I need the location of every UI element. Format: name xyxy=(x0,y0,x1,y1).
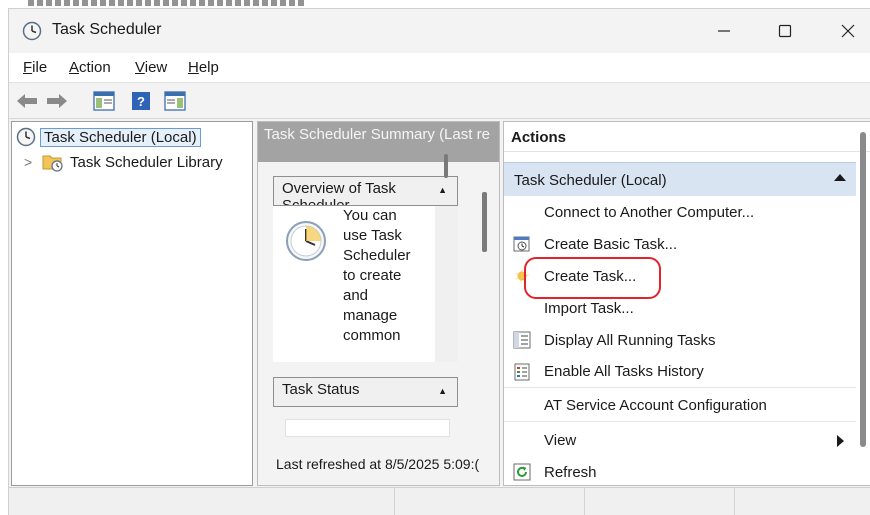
status-bar xyxy=(9,487,870,515)
menu-view[interactable]: View xyxy=(135,59,167,76)
summary-scrollbar[interactable] xyxy=(482,192,487,252)
close-button[interactable] xyxy=(825,15,870,47)
cropped-top-edge xyxy=(28,0,304,6)
action-label: Enable All Tasks History xyxy=(544,363,704,380)
create-task-highlight xyxy=(524,257,661,299)
actions-title: Actions xyxy=(504,122,870,152)
action-label: Refresh xyxy=(544,463,597,481)
help-button[interactable]: ? xyxy=(129,88,153,114)
action-create-basic-task[interactable]: Create Basic Task... xyxy=(504,228,856,260)
task-status-list xyxy=(285,419,450,437)
minimize-icon xyxy=(718,30,730,32)
overview-line: manage xyxy=(343,307,398,324)
collapse-caret-icon: ▲ xyxy=(438,185,447,195)
overview-text: You can use Task Scheduler to create and… xyxy=(343,206,421,346)
actions-pane: Actions Task Scheduler (Local) Connect t… xyxy=(503,121,870,486)
menu-help-label: elp xyxy=(198,59,219,76)
create-basic-task-icon xyxy=(513,235,531,253)
action-connect-to-another-computer[interactable]: Connect to Another Computer... xyxy=(504,196,856,228)
actions-group-header[interactable]: Task Scheduler (Local) xyxy=(504,162,856,196)
svg-text:?: ? xyxy=(137,94,145,109)
overview-line: Scheduler xyxy=(343,247,411,264)
summary-header: Task Scheduler Summary (Last re xyxy=(258,122,499,162)
show-hide-console-tree-button[interactable] xyxy=(91,88,117,114)
help-icon: ? xyxy=(132,92,150,110)
refresh-icon xyxy=(513,463,531,481)
menu-bar: File Action View Help xyxy=(9,53,870,83)
folder-clock-icon xyxy=(42,152,64,172)
status-cell xyxy=(584,488,734,515)
collapse-triangle-icon xyxy=(834,174,846,181)
actions-scrollbar[interactable] xyxy=(860,132,866,447)
overview-line: common xyxy=(343,327,401,344)
forward-button[interactable] xyxy=(45,88,69,114)
tasks-history-icon xyxy=(513,363,531,381)
task-scheduler-window: Task Scheduler File Action View Help ? T… xyxy=(8,8,870,515)
clock-icon xyxy=(16,127,36,147)
back-arrow-icon xyxy=(17,94,37,108)
minimize-button[interactable] xyxy=(701,15,747,47)
maximize-icon xyxy=(778,24,792,38)
forward-arrow-icon xyxy=(47,94,67,108)
close-icon xyxy=(841,24,855,38)
menu-view-label: iew xyxy=(144,59,168,76)
action-display-all-running-tasks[interactable]: Display All Running Tasks xyxy=(504,324,856,356)
chevron-right-icon[interactable]: > xyxy=(24,154,36,170)
action-at-service-account-configuration[interactable]: AT Service Account Configuration xyxy=(504,390,856,422)
action-label: Create Basic Task... xyxy=(544,235,678,253)
window-title: Task Scheduler xyxy=(52,21,162,38)
tree-item-task-scheduler-local[interactable]: Task Scheduler (Local) xyxy=(16,126,201,148)
actions-group-label: Task Scheduler (Local) xyxy=(514,172,667,189)
toolbar: ? xyxy=(9,83,870,119)
menu-file-label: ile xyxy=(32,59,48,76)
running-tasks-icon xyxy=(513,331,531,349)
tree-item-task-scheduler-library[interactable]: > Task Scheduler Library xyxy=(24,151,223,173)
console-tree: Task Scheduler (Local) > Task Scheduler … xyxy=(11,121,253,486)
overview-scroll-gutter xyxy=(435,206,458,362)
show-hide-action-pane-button[interactable] xyxy=(162,88,188,114)
menu-action-mnemonic: A xyxy=(69,59,80,76)
clock-large-icon xyxy=(285,220,327,266)
menu-file[interactable]: File xyxy=(23,59,47,76)
menu-action-label: ction xyxy=(79,59,111,76)
overview-section-title: Overview of Task Scheduler xyxy=(282,180,396,206)
overview-section-header[interactable]: Overview of Task Scheduler ▲ xyxy=(273,176,458,206)
overview-line: You can xyxy=(343,207,397,224)
overview-line: to create xyxy=(343,267,402,284)
action-label: AT Service Account Configuration xyxy=(544,397,767,414)
tree-item-label: Task Scheduler Library xyxy=(70,153,223,171)
title-bar: Task Scheduler xyxy=(9,9,870,53)
menu-help-mnemonic: H xyxy=(188,59,199,76)
action-label: Connect to Another Computer... xyxy=(544,203,755,221)
action-view[interactable]: View xyxy=(504,424,856,456)
maximize-button[interactable] xyxy=(762,15,808,47)
menu-file-mnemonic: F xyxy=(23,59,33,76)
task-status-section-header[interactable]: Task Status ▲ xyxy=(273,377,458,407)
back-button[interactable] xyxy=(15,88,39,114)
overview-line: use Task xyxy=(343,227,402,244)
overview-line: and xyxy=(343,287,369,304)
menu-help[interactable]: Help xyxy=(188,59,219,76)
task-status-section-body xyxy=(273,409,458,437)
menu-action[interactable]: Action xyxy=(69,59,111,76)
show-hide-console-tree-icon xyxy=(93,91,115,111)
status-cell xyxy=(394,488,584,515)
overview-section-body: You can use Task Scheduler to create and… xyxy=(273,206,435,362)
tree-item-label: Task Scheduler (Local) xyxy=(40,127,201,147)
summary-pane: Task Scheduler Summary (Last re Overview… xyxy=(257,121,500,486)
show-hide-action-pane-icon xyxy=(164,91,186,111)
action-refresh[interactable]: Refresh xyxy=(504,456,856,485)
task-status-section-title: Task Status xyxy=(282,381,360,398)
action-enable-all-tasks-history[interactable]: Enable All Tasks History xyxy=(504,356,856,388)
action-label: View xyxy=(544,431,577,449)
clock-icon xyxy=(22,21,42,41)
submenu-arrow-icon xyxy=(837,435,844,447)
overview-scrollbar-thumb[interactable] xyxy=(444,154,448,178)
menu-view-mnemonic: V xyxy=(135,59,145,76)
last-refreshed-text: Last refreshed at 8/5/2025 5:09:( xyxy=(276,456,480,472)
collapse-caret-icon: ▲ xyxy=(438,386,447,396)
status-cell xyxy=(734,488,870,515)
action-label: Import Task... xyxy=(544,299,634,317)
action-label: Display All Running Tasks xyxy=(544,331,716,349)
